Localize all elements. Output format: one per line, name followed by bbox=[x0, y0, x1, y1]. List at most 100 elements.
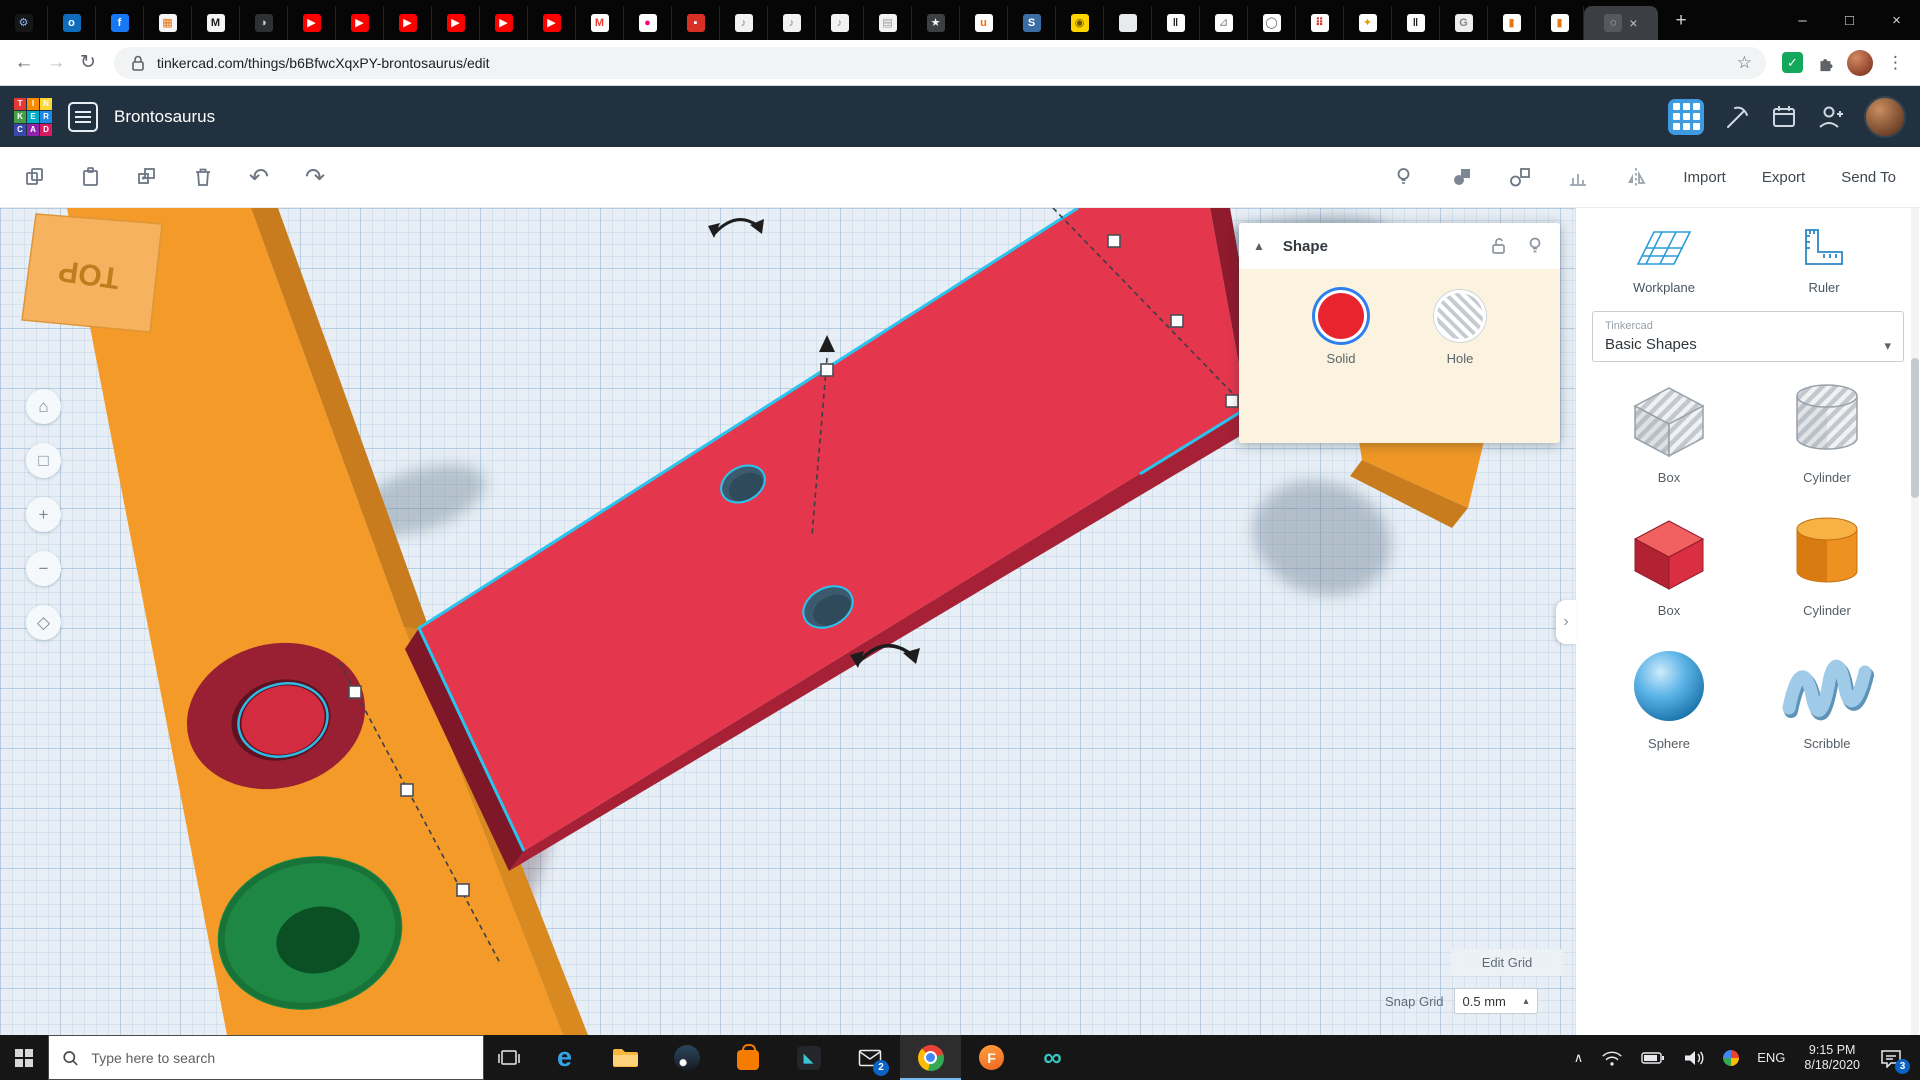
edit-grid-button[interactable]: Edit Grid bbox=[1451, 949, 1563, 976]
duplicate-button[interactable] bbox=[130, 160, 164, 194]
browser-tab[interactable]: ◑ bbox=[240, 6, 288, 40]
extensions-puzzle-icon[interactable] bbox=[1815, 53, 1835, 73]
browser-tab[interactable]: ✦ bbox=[1344, 6, 1392, 40]
delete-button[interactable] bbox=[186, 160, 220, 194]
window-minimize-button[interactable]: – bbox=[1779, 0, 1826, 40]
browser-tab[interactable]: ▪ bbox=[672, 6, 720, 40]
ruler-tool[interactable]: Ruler bbox=[1744, 224, 1904, 295]
clock[interactable]: 9:15 PM 8/18/2020 bbox=[1794, 1035, 1870, 1080]
browser-tab[interactable]: ▮ bbox=[1536, 6, 1584, 40]
shape-tile-hole-cylinder[interactable]: Cylinder bbox=[1748, 376, 1906, 485]
browser-tab[interactable]: S bbox=[1008, 6, 1056, 40]
tinkercad-logo[interactable]: TINKERCAD bbox=[14, 98, 52, 136]
invite-person-icon[interactable] bbox=[1816, 103, 1846, 131]
rotate-handle-top[interactable] bbox=[708, 219, 764, 238]
back-button[interactable]: ← bbox=[8, 47, 40, 79]
solid-option[interactable]: Solid bbox=[1310, 293, 1372, 366]
lock-shape-icon[interactable] bbox=[1488, 235, 1510, 257]
mirror-button[interactable] bbox=[1619, 160, 1653, 194]
app-steam[interactable] bbox=[656, 1035, 717, 1080]
app-infinity[interactable]: ∞ bbox=[1022, 1035, 1083, 1080]
browser-tab[interactable]: ▶ bbox=[432, 6, 480, 40]
shape-tile-scribble[interactable]: Scribble bbox=[1748, 642, 1906, 751]
browser-tab[interactable]: M bbox=[576, 6, 624, 40]
solid-swatch[interactable] bbox=[1318, 293, 1364, 339]
browser-menu-icon[interactable]: ⋮ bbox=[1879, 53, 1912, 73]
copy-button[interactable] bbox=[18, 160, 52, 194]
sidebar-scrollbar[interactable] bbox=[1911, 208, 1919, 1035]
shape-library-dropdown[interactable]: Tinkercad Basic Shapes ▾ bbox=[1592, 311, 1904, 362]
red-box[interactable] bbox=[405, 208, 1264, 871]
align-button[interactable] bbox=[1561, 160, 1595, 194]
workplane-tool[interactable]: Workplane bbox=[1584, 224, 1744, 295]
browser-tab[interactable]: u bbox=[960, 6, 1008, 40]
app-edge[interactable]: e bbox=[534, 1035, 595, 1080]
forward-button[interactable]: → bbox=[40, 47, 72, 79]
calendar-icon[interactable] bbox=[1770, 103, 1798, 131]
extension-green-icon[interactable]: ✓ bbox=[1782, 52, 1803, 73]
browser-tab[interactable]: ▶ bbox=[336, 6, 384, 40]
hole-swatch[interactable] bbox=[1437, 293, 1483, 339]
app-game-launcher[interactable]: ◣ bbox=[778, 1035, 839, 1080]
shape-tile-sphere[interactable]: Sphere bbox=[1590, 642, 1748, 751]
omnibox[interactable]: tinkercad.com/things/b6BfwcXqxPY-brontos… bbox=[114, 47, 1766, 79]
browser-tab[interactable]: f bbox=[96, 6, 144, 40]
tab-close-icon[interactable]: × bbox=[1629, 16, 1637, 30]
browser-tab[interactable]: ♪ bbox=[768, 6, 816, 40]
view-home-button[interactable]: ⌂ bbox=[26, 389, 61, 424]
browser-tab[interactable]: o bbox=[48, 6, 96, 40]
tray-app-icon[interactable] bbox=[1714, 1035, 1748, 1080]
browser-tab[interactable]: G bbox=[1440, 6, 1488, 40]
height-cone-handle[interactable] bbox=[819, 335, 835, 352]
collapse-panel-icon[interactable]: ▲ bbox=[1253, 239, 1265, 253]
group-button[interactable] bbox=[1445, 160, 1479, 194]
browser-tab[interactable]: ⠿ bbox=[1296, 6, 1344, 40]
taskbar-search[interactable] bbox=[48, 1035, 484, 1080]
undo-button[interactable]: ↶ bbox=[242, 160, 276, 194]
browser-tab[interactable]: ◯ bbox=[1248, 6, 1296, 40]
app-chrome[interactable] bbox=[900, 1035, 961, 1080]
import-button[interactable]: Import bbox=[1677, 161, 1732, 194]
shape-tile-red-box[interactable]: Box bbox=[1590, 509, 1748, 618]
browser-tab[interactable]: ⚙ bbox=[0, 6, 48, 40]
scrollbar-thumb[interactable] bbox=[1911, 358, 1919, 498]
perspective-toggle-button[interactable]: ◇ bbox=[26, 605, 61, 640]
app-fl-studio[interactable]: F bbox=[961, 1035, 1022, 1080]
sidebar-collapse-handle[interactable]: › bbox=[1556, 600, 1576, 644]
browser-profile-avatar[interactable] bbox=[1847, 50, 1873, 76]
reload-button[interactable]: ↻ bbox=[72, 47, 104, 79]
action-center-button[interactable]: 3 bbox=[1870, 1035, 1918, 1080]
ungroup-button[interactable] bbox=[1503, 160, 1537, 194]
start-button[interactable] bbox=[0, 1035, 48, 1080]
network-icon[interactable] bbox=[1592, 1035, 1632, 1080]
bricks-mode-icon[interactable] bbox=[1722, 102, 1752, 132]
hole-option[interactable]: Hole bbox=[1429, 293, 1491, 366]
language-indicator[interactable]: ENG bbox=[1748, 1035, 1794, 1080]
export-button[interactable]: Export bbox=[1756, 161, 1811, 194]
shape-tile-orange-cylinder[interactable]: Cylinder bbox=[1748, 509, 1906, 618]
new-tab-button[interactable]: + bbox=[1666, 6, 1696, 36]
volume-icon[interactable] bbox=[1674, 1035, 1714, 1080]
task-view-button[interactable] bbox=[484, 1035, 534, 1080]
battery-icon[interactable] bbox=[1632, 1035, 1674, 1080]
blocks-mode-icon[interactable] bbox=[1668, 99, 1704, 135]
browser-tab[interactable]: M bbox=[192, 6, 240, 40]
browser-tab[interactable]: ◉ bbox=[1056, 6, 1104, 40]
browser-tab[interactable]: ♪ bbox=[816, 6, 864, 40]
app-store[interactable] bbox=[717, 1035, 778, 1080]
bookmark-star-icon[interactable]: ☆ bbox=[1737, 53, 1752, 73]
browser-tab-active[interactable]: ◌× bbox=[1584, 6, 1658, 40]
redo-button[interactable]: ↷ bbox=[298, 160, 332, 194]
hide-shape-bulb-icon[interactable] bbox=[1524, 235, 1546, 257]
browser-tab[interactable]: ⊿ bbox=[1200, 6, 1248, 40]
zoom-in-button[interactable]: + bbox=[26, 497, 61, 532]
send-to-button[interactable]: Send To bbox=[1835, 161, 1902, 194]
browser-tab[interactable]: ★ bbox=[912, 6, 960, 40]
browser-tab[interactable]: ▦ bbox=[144, 6, 192, 40]
browser-tab[interactable]: ▶ bbox=[480, 6, 528, 40]
app-file-explorer[interactable] bbox=[595, 1035, 656, 1080]
browser-tab[interactable]: ♪ bbox=[720, 6, 768, 40]
browser-tab[interactable]: ▶ bbox=[384, 6, 432, 40]
user-avatar[interactable] bbox=[1864, 96, 1906, 138]
snap-grid-dropdown[interactable]: 0.5 mm ▴ bbox=[1454, 988, 1538, 1014]
